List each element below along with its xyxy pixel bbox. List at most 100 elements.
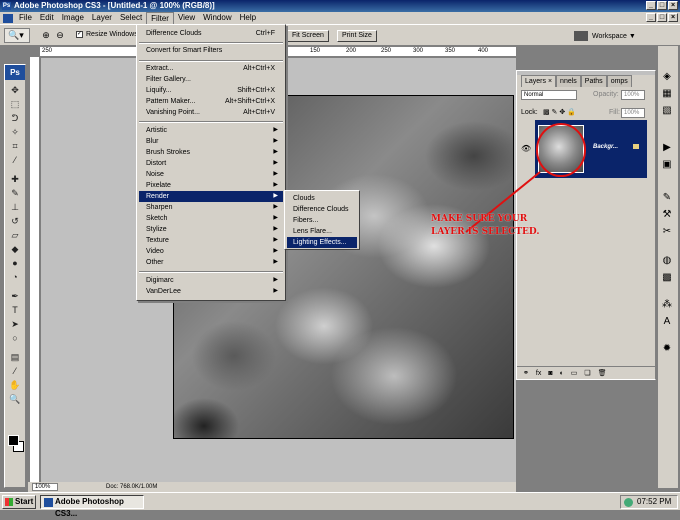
menu-item-convert-smart-filters[interactable]: Convert for Smart Filters: [139, 45, 283, 56]
menu-item-render[interactable]: Render ▶: [139, 191, 283, 202]
swatches-icon[interactable]: ▦: [658, 85, 676, 102]
clone-source-icon[interactable]: ✂: [658, 223, 676, 240]
blend-mode-select[interactable]: Normal: [521, 90, 577, 100]
doc-restore-button[interactable]: □: [657, 13, 667, 22]
notes-tool-icon[interactable]: ▤: [5, 350, 25, 364]
submenu-item-lens-flare[interactable]: Lens Flare...: [287, 226, 357, 237]
color-icon[interactable]: ◍: [658, 252, 676, 269]
menu-item-sharpen[interactable]: Sharpen ▶: [139, 202, 283, 213]
foreground-color-swatch[interactable]: [8, 435, 19, 446]
close-button[interactable]: ×: [668, 1, 678, 10]
navigator-icon[interactable]: ◈: [658, 68, 676, 85]
menu-layer[interactable]: Layer: [88, 12, 116, 24]
menu-item-stylize[interactable]: Stylize ▶: [139, 224, 283, 235]
workspace-menu[interactable]: Workspace ▼: [574, 30, 636, 43]
menu-item-extract[interactable]: Extract... Alt+Ctrl+X: [139, 63, 283, 74]
taskbar-photoshop-item[interactable]: Adobe Photoshop CS3...: [40, 495, 144, 518]
menu-filter[interactable]: Filter: [146, 11, 174, 25]
menu-file[interactable]: File: [15, 12, 36, 24]
zoom-field[interactable]: 100%: [32, 483, 58, 491]
fit-screen-button[interactable]: Fit Screen: [287, 30, 329, 42]
menu-item-brush-strokes[interactable]: Brush Strokes ▶: [139, 147, 283, 158]
menu-item-artistic[interactable]: Artistic ▶: [139, 125, 283, 136]
submenu-item-clouds[interactable]: Clouds: [287, 193, 357, 204]
hand-tool-icon[interactable]: ✋: [5, 378, 25, 392]
menu-item-filter-gallery[interactable]: Filter Gallery...: [139, 74, 283, 85]
tab-layers[interactable]: Layers ×: [521, 75, 557, 87]
menu-item-texture[interactable]: Texture ▶: [139, 235, 283, 246]
background-layer-row[interactable]: Backgr...: [535, 120, 647, 178]
menu-item-pattern-maker[interactable]: Pattern Maker... Alt+Shift+Ctrl+X: [139, 96, 283, 107]
menu-item-difference-clouds[interactable]: Difference Clouds Ctrl+F: [139, 28, 283, 39]
fill-field[interactable]: 100%: [621, 108, 645, 118]
tab-channels[interactable]: nnels: [556, 75, 581, 87]
new-layer-icon[interactable]: ❏: [584, 367, 590, 379]
type-tool-icon[interactable]: T: [5, 303, 25, 317]
menu-item-vanderlee[interactable]: VanDerLee ▶: [139, 286, 283, 297]
slice-tool-icon[interactable]: ⁄: [5, 153, 25, 167]
dodge-tool-icon[interactable]: ◔: [5, 270, 25, 284]
menu-item-blur[interactable]: Blur ▶: [139, 136, 283, 147]
menu-window[interactable]: Window: [199, 12, 235, 24]
tool-presets-icon[interactable]: ⚒: [658, 206, 676, 223]
menu-item-video[interactable]: Video ▶: [139, 246, 283, 257]
print-size-button[interactable]: Print Size: [337, 30, 377, 42]
lock-icons[interactable]: ▩ ✎ ✥ 🔒: [543, 108, 576, 118]
resize-windows-checkbox[interactable]: ✓: [76, 31, 83, 38]
brush-tool-icon[interactable]: ✎: [5, 186, 25, 200]
zoom-tool-icon[interactable]: 🔍: [5, 392, 25, 406]
tab-comps[interactable]: omps: [606, 75, 632, 87]
doc-minimize-button[interactable]: _: [646, 13, 656, 22]
menu-item-distort[interactable]: Distort ▶: [139, 158, 283, 169]
layer-comps-icon[interactable]: ✹: [658, 340, 676, 357]
crop-tool-icon[interactable]: ⌗: [5, 139, 25, 153]
paragraph-icon[interactable]: A: [658, 313, 676, 330]
doc-close-button[interactable]: ×: [668, 13, 678, 22]
adjustment-layer-icon[interactable]: ◐: [560, 367, 564, 379]
shape-tool-icon[interactable]: ○: [5, 331, 25, 345]
healing-brush-icon[interactable]: ✚: [5, 172, 25, 186]
menu-item-sketch[interactable]: Sketch ▶: [139, 213, 283, 224]
submenu-item-fibers[interactable]: Fibers...: [287, 215, 357, 226]
clone-stamp-icon[interactable]: ⊥: [5, 200, 25, 214]
menu-item-digimarc[interactable]: Digimarc ▶: [139, 275, 283, 286]
history-brush-icon[interactable]: ↺: [5, 214, 25, 228]
link-layers-icon[interactable]: ⚭: [523, 367, 529, 379]
blur-tool-icon[interactable]: ●: [5, 256, 25, 270]
actions-icon[interactable]: ▣: [658, 156, 676, 173]
zoom-in-icon[interactable]: ⊕: [40, 29, 52, 42]
eraser-tool-icon[interactable]: ▱: [5, 228, 25, 242]
visibility-eye-icon[interactable]: 👁: [521, 144, 531, 153]
marquee-tool-icon[interactable]: ⬚: [5, 97, 25, 111]
styles-icon[interactable]: ▧: [658, 102, 676, 119]
brushes-icon[interactable]: ✎: [658, 189, 676, 206]
menu-view[interactable]: View: [174, 12, 199, 24]
menu-item-liquify[interactable]: Liquify... Shift+Ctrl+X: [139, 85, 283, 96]
menu-item-vanishing-point[interactable]: Vanishing Point... Alt+Ctrl+V: [139, 107, 283, 118]
tab-paths[interactable]: Paths: [580, 75, 607, 87]
delete-layer-icon[interactable]: 🗑: [598, 367, 607, 379]
submenu-item-lighting-effects[interactable]: Lighting Effects...: [287, 237, 357, 248]
zoom-tool-preset-icon[interactable]: 🔍▾: [4, 28, 30, 43]
opacity-field[interactable]: 100%: [621, 90, 645, 100]
menu-item-other[interactable]: Other ▶: [139, 257, 283, 268]
menu-help[interactable]: Help: [236, 12, 260, 24]
menu-edit[interactable]: Edit: [36, 12, 58, 24]
eyedropper-tool-icon[interactable]: ⁄: [5, 364, 25, 378]
history-icon[interactable]: ▶: [658, 139, 676, 156]
info-icon[interactable]: ▩: [658, 269, 676, 286]
layer-mask-icon[interactable]: ◙: [548, 367, 552, 379]
magic-wand-tool-icon[interactable]: ✧: [5, 125, 25, 139]
menu-item-noise[interactable]: Noise ▶: [139, 169, 283, 180]
restore-button[interactable]: □: [657, 1, 667, 10]
paint-bucket-icon[interactable]: ◆: [5, 242, 25, 256]
layer-style-icon[interactable]: fx: [536, 367, 541, 379]
path-selection-icon[interactable]: ➤: [5, 317, 25, 331]
character-icon[interactable]: ⁂: [658, 296, 676, 313]
submenu-item-difference-clouds[interactable]: Difference Clouds: [287, 204, 357, 215]
lasso-tool-icon[interactable]: ᕤ: [5, 111, 25, 125]
menu-select[interactable]: Select: [116, 12, 146, 24]
pen-tool-icon[interactable]: ✒: [5, 289, 25, 303]
move-tool-icon[interactable]: ✥: [5, 83, 25, 97]
minimize-button[interactable]: _: [646, 1, 656, 10]
